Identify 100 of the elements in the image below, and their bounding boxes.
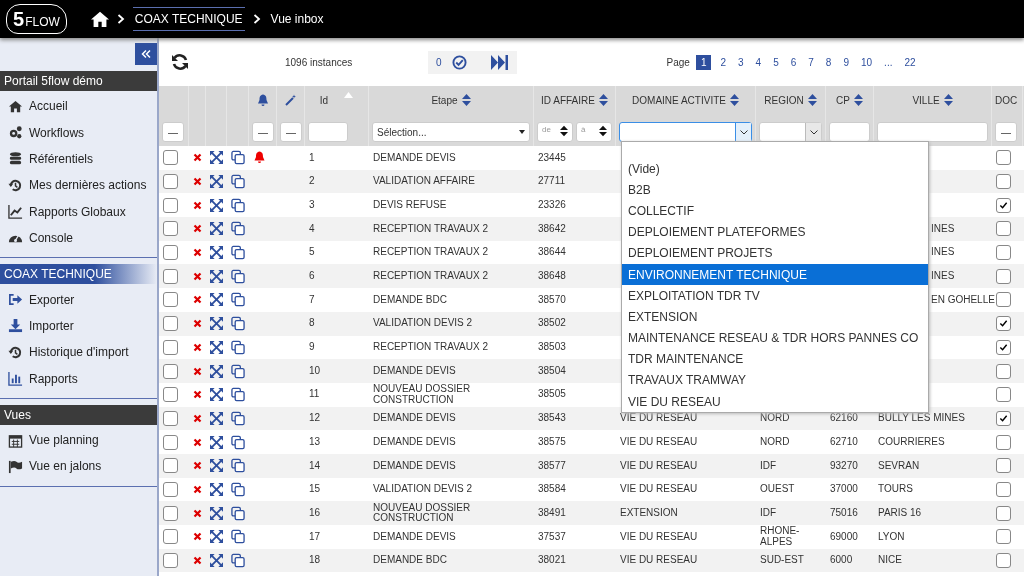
checkbox[interactable]	[996, 387, 1011, 403]
cp-filter-field[interactable]	[829, 122, 870, 142]
checkbox[interactable]	[996, 553, 1011, 569]
checkbox[interactable]	[996, 292, 1011, 308]
expand-icon[interactable]	[210, 364, 223, 378]
copy-icon[interactable]	[231, 553, 245, 569]
bell-icon[interactable]	[256, 93, 269, 107]
checkbox[interactable]	[996, 150, 1011, 166]
checkbox[interactable]	[163, 221, 178, 237]
page-link[interactable]: 9	[840, 54, 852, 70]
expand-icon[interactable]	[210, 293, 223, 307]
column-header[interactable]: ID AFFAIRE	[541, 94, 595, 106]
checkbox[interactable]	[163, 410, 178, 426]
checkbox[interactable]	[163, 481, 178, 497]
expand-icon[interactable]	[210, 175, 223, 189]
dropdown-option[interactable]: ENVIRONNEMENT TECHNIQUE	[622, 263, 928, 286]
page-link[interactable]: 8	[822, 54, 835, 70]
copy-icon[interactable]	[231, 316, 245, 332]
etape-select[interactable]: Sélection...	[372, 122, 530, 142]
expand-icon[interactable]	[210, 411, 223, 425]
column-header[interactable]: DOC	[995, 94, 1018, 106]
checkbox[interactable]	[163, 553, 178, 569]
dropdown-option[interactable]: TDR MAINTENANCE	[622, 348, 928, 370]
sidebar-item[interactable]: Historique d'import	[29, 345, 129, 360]
checkbox[interactable]	[163, 174, 178, 190]
dropdown-option[interactable]: EXTENSION	[622, 306, 928, 328]
sort-icon[interactable]	[943, 94, 953, 106]
sidebar-item[interactable]: Vue planning	[29, 433, 99, 448]
expand-icon[interactable]	[210, 388, 223, 402]
expand-icon[interactable]	[210, 530, 223, 544]
expand-icon[interactable]	[210, 246, 223, 260]
id-filter-field[interactable]	[308, 122, 348, 142]
sidebar-item[interactable]: Mes dernières actions	[29, 178, 147, 193]
breadcrumb-link[interactable]: Vue inbox	[268, 7, 326, 31]
checkbox[interactable]	[163, 268, 178, 284]
dropdown-option[interactable]: TRAVAUX TRAMWAY	[622, 369, 928, 392]
copy-icon[interactable]	[231, 410, 245, 426]
sidebar-item[interactable]: Rapports	[29, 371, 78, 386]
copy-icon[interactable]	[231, 458, 245, 474]
collapse-button[interactable]	[135, 43, 157, 65]
tri-state-filter[interactable]: —	[252, 122, 274, 142]
expand-icon[interactable]	[210, 482, 223, 496]
copy-icon[interactable]	[231, 268, 245, 284]
checkbox[interactable]	[996, 481, 1011, 497]
dropdown-option[interactable]: B2B	[622, 179, 928, 201]
page-link[interactable]: 10	[858, 54, 876, 70]
checkbox[interactable]	[163, 316, 178, 332]
copy-icon[interactable]	[231, 481, 245, 497]
copy-icon[interactable]	[231, 150, 245, 166]
expand-icon[interactable]	[210, 269, 223, 283]
dropdown-option[interactable]: MAINTENANCE RESEAU & TDR HORS PANNES CO	[622, 327, 928, 349]
copy-icon[interactable]	[231, 434, 245, 450]
checkbox[interactable]	[163, 150, 178, 166]
checkbox[interactable]	[163, 458, 178, 474]
copy-icon[interactable]	[231, 197, 245, 213]
checkbox[interactable]	[996, 410, 1011, 426]
checkbox[interactable]	[996, 339, 1011, 355]
checkbox[interactable]	[996, 316, 1011, 332]
column-header[interactable]: CP	[836, 94, 850, 106]
checkbox[interactable]	[163, 387, 178, 403]
checkbox[interactable]	[163, 292, 178, 308]
expand-icon[interactable]	[210, 459, 223, 473]
sort-icon[interactable]	[807, 94, 817, 106]
checkbox[interactable]	[163, 505, 178, 521]
sidebar-item[interactable]: Exporter	[29, 292, 75, 307]
page-link[interactable]: 22	[901, 54, 919, 70]
expand-icon[interactable]	[210, 198, 223, 212]
expand-icon[interactable]	[210, 554, 223, 568]
tri-state-filter[interactable]: —	[995, 122, 1017, 142]
sidebar-item[interactable]: Accueil	[29, 99, 68, 114]
sidebar-item[interactable]: Console	[29, 231, 74, 246]
dropdown-option[interactable]: DEPLOIEMENT PLATEFORMES	[622, 221, 928, 243]
dropdown-option[interactable]: DEPLOIEMENT PROJETS	[622, 242, 928, 264]
page-link[interactable]: 3	[735, 54, 747, 70]
caret-icon[interactable]	[809, 129, 818, 135]
page-link[interactable]: ...	[881, 54, 896, 70]
sort-icon[interactable]	[853, 94, 863, 106]
caret-icon[interactable]	[739, 129, 748, 135]
checkbox[interactable]	[996, 221, 1011, 237]
dropdown-option[interactable]: VIE DU RESEAU	[622, 391, 928, 413]
fast-forward-icon[interactable]	[490, 54, 509, 70]
copy-icon[interactable]	[231, 387, 245, 403]
sort-icon[interactable]	[598, 94, 608, 106]
dropdown-option[interactable]: EXPLOITATION TDR TV	[622, 285, 928, 307]
copy-icon[interactable]	[231, 174, 245, 190]
checkbox[interactable]	[996, 434, 1011, 450]
checkbox[interactable]	[996, 529, 1011, 545]
refresh-icon[interactable]	[171, 53, 189, 71]
checkbox[interactable]	[996, 363, 1011, 379]
spinner-icon[interactable]	[560, 125, 568, 137]
page-link[interactable]: 7	[805, 54, 817, 70]
check-circle-icon[interactable]	[451, 54, 467, 70]
copy-icon[interactable]	[231, 245, 245, 261]
page-link[interactable]: 4	[752, 54, 765, 70]
breadcrumb-link[interactable]: COAX TECHNIQUE	[132, 7, 245, 31]
column-header[interactable]: Id	[319, 94, 329, 106]
sort-icon[interactable]	[729, 94, 739, 106]
expand-icon[interactable]	[210, 506, 223, 520]
checkbox[interactable]	[996, 268, 1011, 284]
column-header[interactable]: DOMAINE ACTIVITE	[632, 94, 726, 106]
